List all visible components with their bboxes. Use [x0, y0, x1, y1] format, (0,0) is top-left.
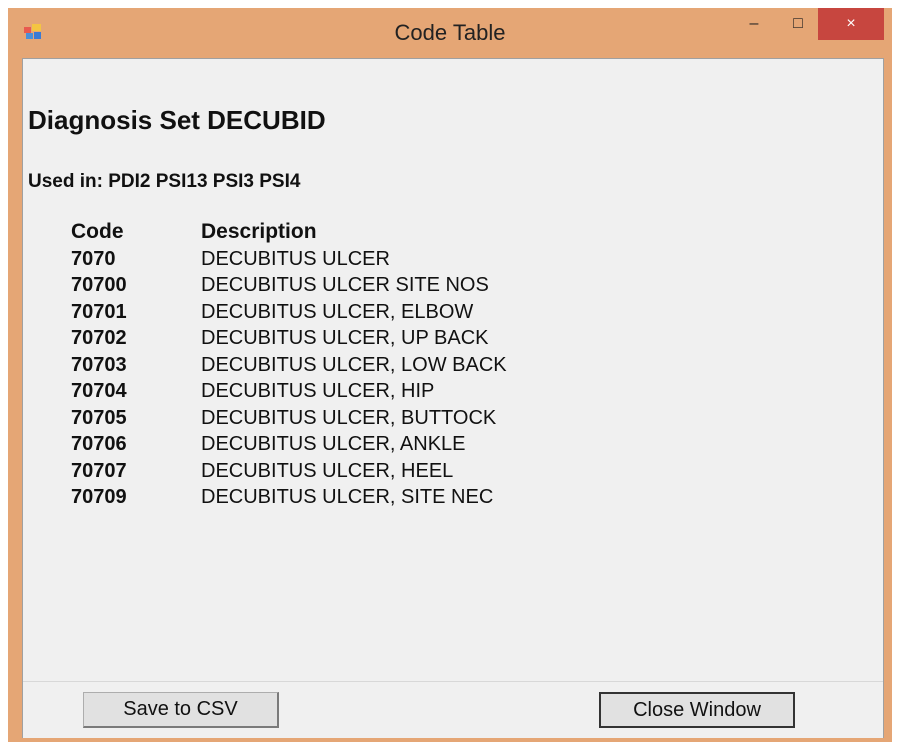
code-table: Code Description 7070 DECUBITUS ULCER 70…: [71, 219, 507, 511]
table-row: 70705 DECUBITUS ULCER, BUTTOCK: [71, 405, 507, 432]
minimize-button[interactable]: –: [736, 8, 772, 40]
code-cell: 70704: [71, 380, 127, 402]
code-cell: 70700: [71, 274, 127, 296]
maximize-button[interactable]: □: [780, 8, 816, 40]
table-row: 70707 DECUBITUS ULCER, HEEL: [71, 458, 507, 485]
code-cell: 70705: [71, 406, 127, 429]
code-cell: 70701: [71, 300, 127, 323]
table-row: 70700 DECUBITUS ULCER SITE NOS: [71, 272, 507, 299]
page-title: Diagnosis Set DECUBID: [28, 105, 326, 135]
description-cell: DECUBITUS ULCER, HEEL: [201, 459, 454, 482]
table-row: 70704 DECUBITUS ULCER, HIP: [71, 378, 507, 405]
minimize-icon: –: [749, 15, 759, 32]
table-row: 70701 DECUBITUS ULCER, ELBOW: [71, 299, 507, 326]
description-cell: DECUBITUS ULCER, SITE NEC: [201, 486, 494, 508]
code-cell: 70702: [71, 327, 127, 349]
content-panel[interactable]: Diagnosis Set DECUBID Used in: PDI2 PSI1…: [23, 59, 883, 679]
used-in-label: Used in: PDI2 PSI13 PSI3 PSI4: [28, 171, 301, 192]
table-row: 70706 DECUBITUS ULCER, ANKLE: [71, 431, 507, 458]
column-header-code: Code: [71, 220, 124, 243]
description-cell: DECUBITUS ULCER, LOW BACK: [201, 353, 507, 376]
table-row: 70702 DECUBITUS ULCER, UP BACK: [71, 325, 507, 352]
description-cell: DECUBITUS ULCER, ANKLE: [201, 433, 466, 455]
code-cell: 70706: [71, 433, 127, 455]
table-row: 7070 DECUBITUS ULCER: [71, 246, 507, 273]
code-cell: 70707: [71, 459, 127, 482]
column-header-description: Description: [201, 220, 317, 243]
close-window-x-button[interactable]: ×: [818, 8, 884, 40]
code-cell: 7070: [71, 247, 116, 270]
close-icon: ×: [846, 15, 856, 32]
description-cell: DECUBITUS ULCER, BUTTOCK: [201, 406, 497, 429]
table-header: Code Description: [71, 219, 507, 246]
code-table-window: Code Table – □ × Diagnosis Set DECUBID U…: [8, 8, 892, 742]
table-row: 70709 DECUBITUS ULCER, SITE NEC: [71, 484, 507, 511]
close-window-button[interactable]: Close Window: [599, 692, 795, 728]
code-cell: 70709: [71, 486, 127, 508]
button-panel: Save to CSV Close Window: [23, 681, 883, 738]
code-cell: 70703: [71, 353, 127, 376]
description-cell: DECUBITUS ULCER SITE NOS: [201, 274, 489, 296]
title-bar[interactable]: Code Table – □ ×: [8, 8, 892, 56]
save-to-csv-button[interactable]: Save to CSV: [83, 692, 279, 728]
table-row: 70703 DECUBITUS ULCER, LOW BACK: [71, 352, 507, 379]
description-cell: DECUBITUS ULCER: [201, 247, 390, 270]
description-cell: DECUBITUS ULCER, UP BACK: [201, 327, 489, 349]
description-cell: DECUBITUS ULCER, ELBOW: [201, 300, 474, 323]
maximize-icon: □: [793, 15, 803, 32]
client-area: Diagnosis Set DECUBID Used in: PDI2 PSI1…: [22, 58, 884, 738]
description-cell: DECUBITUS ULCER, HIP: [201, 380, 435, 402]
